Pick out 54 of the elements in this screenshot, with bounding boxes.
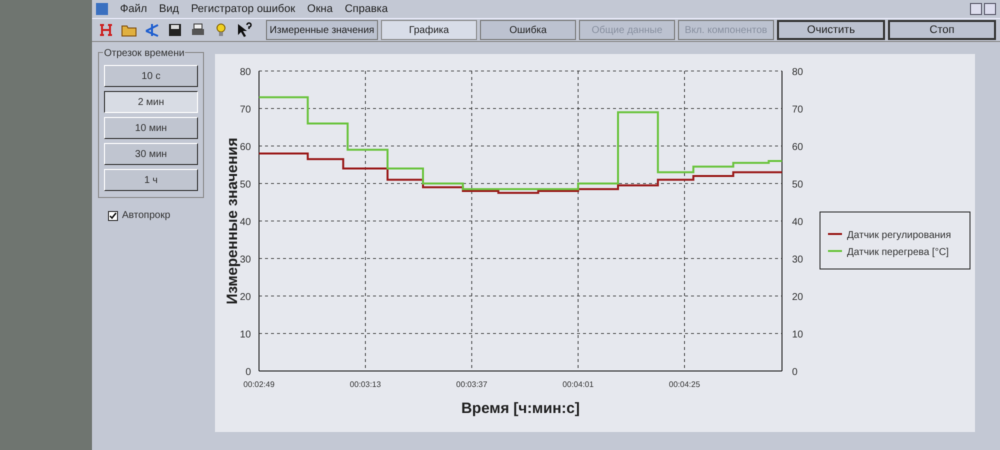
- checkbox-label: Автопрокр: [122, 209, 170, 223]
- x-tick-label: 00:04:25: [668, 380, 700, 389]
- y-tick-label: 40: [240, 217, 251, 228]
- app-icon: [96, 3, 108, 15]
- group-title: Отрезок времени: [103, 46, 186, 61]
- y-tick-label: 10: [240, 330, 251, 340]
- right-tick-label: 0: [792, 367, 798, 378]
- tab[interactable]: Ошибка: [480, 20, 576, 40]
- bracket-icon[interactable]: [98, 22, 114, 38]
- minimize-button[interactable]: [970, 3, 982, 15]
- arrows-icon[interactable]: [144, 22, 160, 38]
- save-icon[interactable]: [167, 22, 183, 38]
- y-axis-title: Измеренные значения: [224, 138, 241, 304]
- y-tick-label: 50: [240, 180, 251, 190]
- time-range-button[interactable]: 10 мин: [104, 117, 198, 139]
- x-axis-title: Время [ч:мин:с]: [461, 400, 580, 417]
- restore-button[interactable]: [984, 3, 996, 15]
- action-button[interactable]: Очистить: [777, 20, 885, 40]
- menu-item[interactable]: Регистратор ошибок: [190, 0, 296, 18]
- y-tick-label: 30: [240, 254, 251, 266]
- right-tick-label: 40: [792, 217, 804, 228]
- right-tick-label: 70: [792, 104, 804, 116]
- checkbox[interactable]: [108, 210, 118, 220]
- time-range-button[interactable]: 10 с: [104, 65, 198, 87]
- menu-item[interactable]: Окна: [307, 0, 333, 18]
- x-tick-label: 00:02:49: [243, 380, 275, 389]
- time-range-button[interactable]: 30 мин: [104, 143, 198, 165]
- y-tick-label: 0: [245, 367, 251, 378]
- tab[interactable]: Графика: [381, 20, 477, 40]
- menu-item[interactable]: Файл: [120, 0, 148, 18]
- right-tick-label: 10: [792, 330, 804, 340]
- menu-item[interactable]: Вид: [159, 0, 179, 18]
- y-tick-label: 80: [240, 67, 251, 78]
- tab[interactable]: Измеренные значения: [266, 20, 378, 40]
- time-range-button[interactable]: 1 ч: [104, 169, 198, 191]
- right-tick-label: 60: [792, 142, 804, 153]
- y-tick-label: 20: [240, 292, 251, 303]
- x-tick-label: 00:03:13: [350, 380, 381, 389]
- x-tick-label: 00:03:37: [456, 380, 488, 389]
- time-range-button[interactable]: 2 мин: [104, 91, 198, 113]
- y-tick-label: 70: [240, 104, 251, 116]
- right-tick-label: 30: [792, 254, 804, 266]
- x-tick-label: 00:04:01: [562, 380, 594, 389]
- check-icon: [109, 212, 117, 220]
- legend-label: Датчик регулирования: [847, 230, 952, 241]
- right-tick-label: 80: [792, 67, 804, 78]
- right-tick-label: 50: [792, 180, 804, 190]
- print-icon[interactable]: [190, 22, 206, 38]
- y-tick-label: 60: [240, 142, 251, 153]
- right-tick-label: 20: [792, 292, 804, 303]
- action-button[interactable]: Стоп: [888, 20, 996, 40]
- legend-label: Датчик перегрева [°C]: [847, 247, 949, 258]
- help-pointer-icon[interactable]: [236, 22, 252, 38]
- menu-item[interactable]: Справка: [344, 0, 388, 18]
